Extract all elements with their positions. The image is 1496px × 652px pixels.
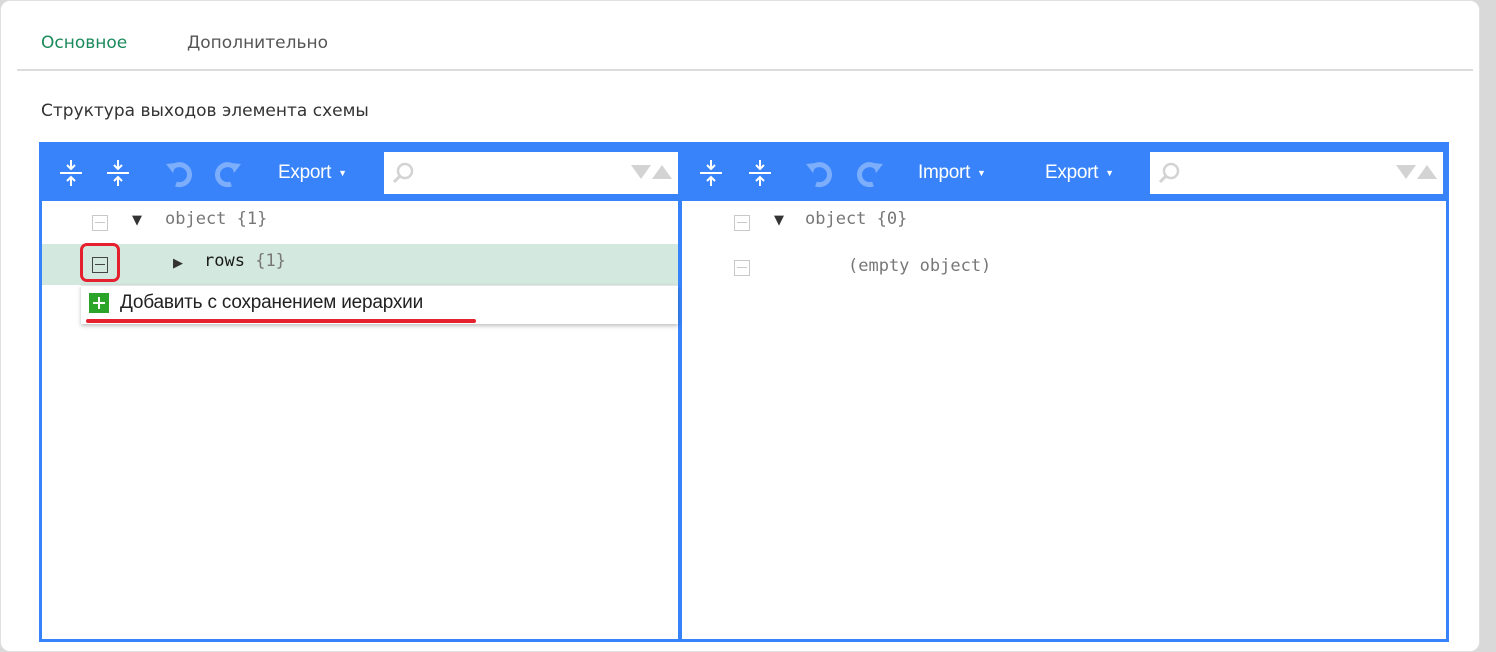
expand-icon[interactable]: ▼ [132, 213, 142, 228]
expand-all-icon[interactable] [55, 157, 87, 189]
undo-icon[interactable] [803, 157, 835, 189]
caret-down-icon: ▼ [338, 168, 347, 178]
search-box [384, 152, 678, 194]
search-input[interactable] [420, 160, 584, 186]
expand-icon[interactable]: ▼ [774, 213, 784, 228]
import-menu[interactable]: Import ▼ [918, 159, 986, 187]
tree-node-key: object {1} [165, 209, 268, 229]
search-icon [1158, 162, 1180, 184]
export-label: Export [278, 162, 332, 183]
redo-icon[interactable] [212, 157, 244, 189]
caret-down-icon: ▼ [1105, 168, 1114, 178]
tree-row-empty: (empty object) [682, 248, 1446, 288]
collapse-all-icon[interactable] [744, 157, 776, 189]
tree-row-object: ▼ object {0} [682, 203, 1446, 243]
tree-row-rows: ▶ rows {1} [42, 244, 678, 285]
tree-node-key: rows {1} [204, 251, 286, 271]
caret-down-icon: ▼ [977, 168, 986, 178]
export-menu[interactable]: Export ▼ [1045, 159, 1114, 187]
context-menu-button[interactable] [92, 215, 108, 231]
annotation-highlight [80, 243, 120, 282]
search-previous-icon[interactable] [1417, 165, 1437, 179]
section-title: Структура выходов элемента схемы [41, 101, 369, 121]
search-input[interactable] [1186, 160, 1350, 186]
annotation-underline [86, 319, 476, 323]
tab-main[interactable]: Основное [41, 33, 127, 53]
right-toolbar: Import ▼ Export ▼ [682, 145, 1446, 201]
import-label: Import [918, 162, 971, 183]
collapse-icon[interactable]: ▶ [173, 256, 183, 271]
search-previous-icon[interactable] [652, 165, 672, 179]
export-menu[interactable]: Export ▼ [278, 159, 347, 187]
empty-object-label: (empty object) [848, 256, 992, 276]
search-box [1150, 152, 1443, 194]
search-next-icon[interactable] [631, 165, 651, 179]
expand-all-icon[interactable] [695, 157, 727, 189]
tab-bar: Основное Дополнительно [17, 29, 1473, 71]
redo-icon[interactable] [854, 157, 886, 189]
tab-additional[interactable]: Дополнительно [187, 33, 328, 53]
search-next-icon[interactable] [1396, 165, 1416, 179]
undo-icon[interactable] [163, 157, 195, 189]
collapse-all-icon[interactable] [102, 157, 134, 189]
context-menu-button[interactable] [734, 215, 750, 231]
left-json-editor: Export ▼ ▼ object {1} ▶ rows {1} [39, 142, 681, 642]
left-toolbar: Export ▼ [42, 145, 678, 201]
menu-item-label: Добавить с сохранением иерархии [120, 292, 423, 313]
export-label: Export [1045, 162, 1099, 183]
right-json-editor: Import ▼ Export ▼ ▼ object {0} (empty obje… [679, 142, 1449, 642]
search-icon [392, 162, 414, 184]
tree-node-key: object {0} [805, 209, 908, 229]
plus-icon [89, 293, 109, 313]
tree-row-object: ▼ object {1} [42, 203, 678, 243]
context-menu-button[interactable] [734, 260, 750, 276]
